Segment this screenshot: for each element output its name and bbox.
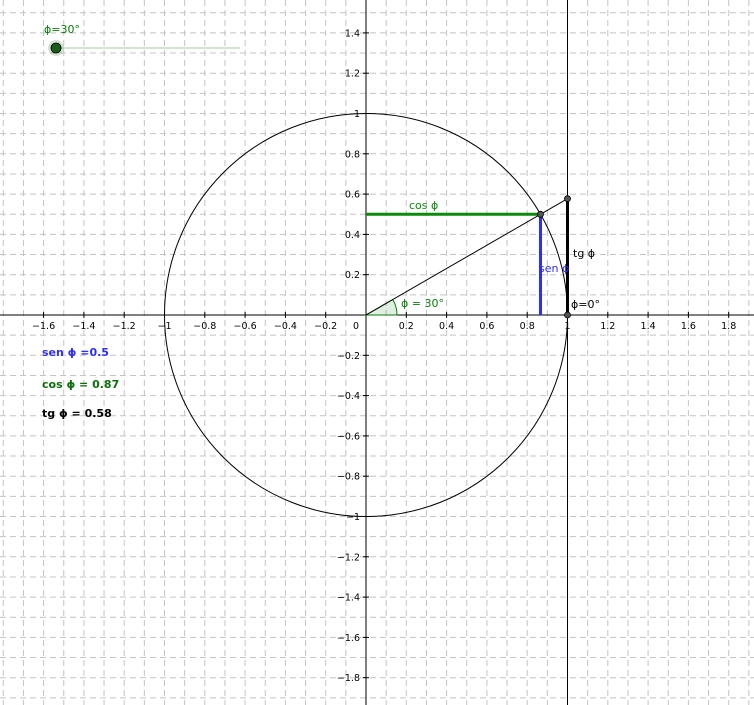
x-tick-label: 0.4 [439, 321, 454, 332]
x-tick-label: 0.2 [399, 321, 414, 332]
x-tick-label: −0.4 [274, 321, 297, 332]
tg-segment-label: tg ϕ [573, 247, 595, 260]
y-tick-label: 0.8 [345, 149, 360, 160]
sen-readout: sen ϕ =0.5 [42, 346, 109, 359]
origin-label: 0 [353, 321, 359, 332]
x-tick-label: 1.2 [600, 321, 615, 332]
y-tick-label: −1.4 [337, 593, 360, 604]
y-tick-label: −0.4 [337, 391, 360, 402]
tangent-point [564, 195, 571, 203]
y-tick-label: −1.2 [337, 552, 360, 563]
y-tick-label: 1.2 [345, 69, 360, 80]
y-tick-label: −0.6 [337, 431, 360, 442]
unit-circle-diagram: −1.6 −1.4 −1.2 −1 −0.8 −0.6 −0.4 −0.2 0.2 0.4 0.6 0… [0, 0, 754, 705]
cos-segment-label: cos ϕ [409, 199, 438, 212]
y-tick-label: 0.4 [345, 230, 360, 241]
radius-line [365, 198, 568, 316]
zero-angle-label: ϕ=0° [571, 298, 600, 311]
circle-point[interactable] [537, 210, 544, 218]
x-tick-label: −0.8 [193, 321, 216, 332]
y-tick-label: −1.8 [337, 673, 360, 684]
y-tick-labels: 1.4 1.2 1 0.8 0.6 0.4 0.2 −0.2 −0.4 −0.6 −0.8 −1 −1.… [337, 28, 369, 684]
x-tick-label: −1.4 [72, 321, 95, 332]
y-tick-label: 1.4 [345, 28, 360, 39]
y-tick-label: −1.6 [337, 633, 360, 644]
y-tick-label: −1 [346, 512, 360, 523]
x-tick-label: −0.2 [314, 321, 337, 332]
tg-readout: tg ϕ = 0.58 [42, 407, 112, 420]
x-tick-label: 1.8 [721, 321, 736, 332]
x-tick-label: 1.4 [641, 321, 656, 332]
x-tick-label: −1.6 [32, 321, 55, 332]
slider-label: ϕ=30° [44, 23, 80, 36]
x-tick-label: 0.6 [479, 321, 494, 332]
grid [0, 0, 754, 705]
x-tick-label: −0.6 [234, 321, 257, 332]
x-tick-label: 1.6 [681, 321, 696, 332]
sen-segment-label: sen ϕ [539, 262, 569, 275]
cos-readout: cos ϕ = 0.87 [42, 378, 119, 391]
y-tick-label: −0.8 [337, 472, 360, 483]
y-tick-label: 1 [354, 109, 360, 120]
y-tick-label: 0.6 [345, 190, 360, 201]
y-tick-label: −0.2 [337, 351, 360, 362]
x-tick-label: 0.8 [520, 321, 535, 332]
slider-handle[interactable] [50, 42, 62, 54]
angle-label: ϕ = 30° [401, 297, 444, 310]
angle-slider[interactable]: ϕ=30° [44, 23, 240, 56]
y-tick-label: 0.2 [345, 270, 360, 281]
zero-angle-point [564, 311, 571, 319]
x-tick-label: −1.2 [113, 321, 136, 332]
